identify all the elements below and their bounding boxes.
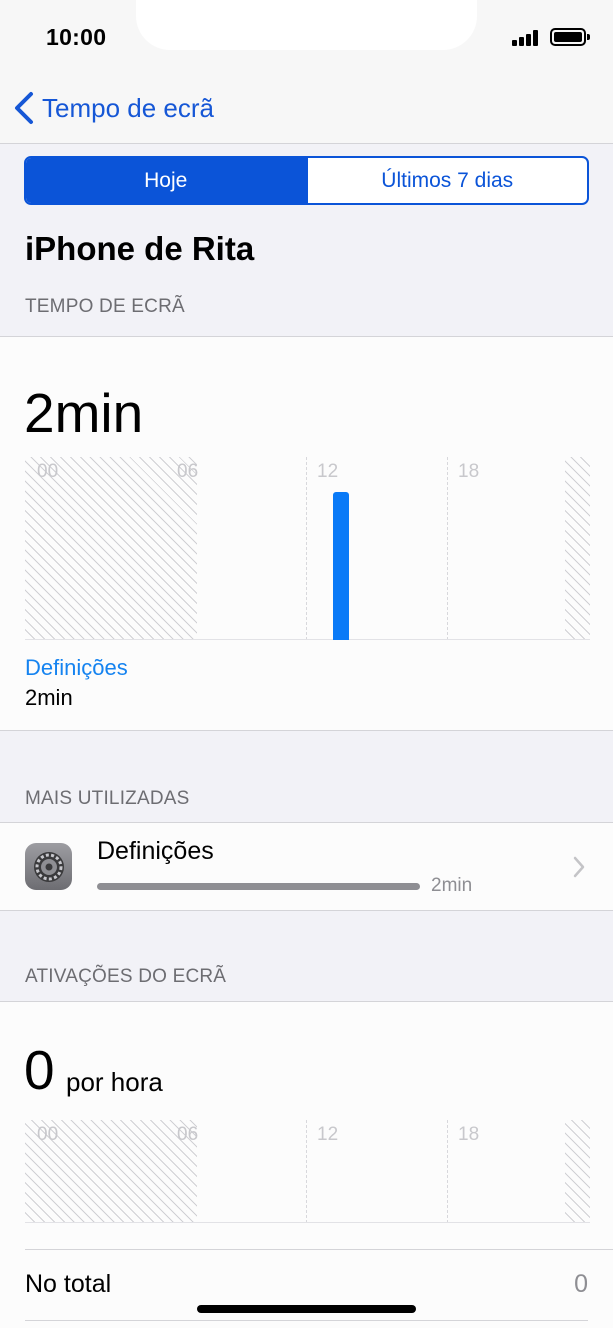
segment-last-7-days[interactable]: Últimos 7 dias <box>305 158 588 203</box>
battery-icon <box>550 28 590 46</box>
home-indicator[interactable] <box>197 1305 416 1313</box>
chart-baseline <box>25 1222 590 1223</box>
device-title: iPhone de Rita <box>25 230 255 267</box>
chart-gridline <box>447 457 448 640</box>
chart-tick-label: 06 <box>177 461 199 482</box>
chevron-right-icon <box>573 856 585 878</box>
chart-tick-label: 06 <box>177 1124 199 1145</box>
chart-tick-label: 00 <box>37 461 59 482</box>
screen-time-card[interactable]: 2min 00 06 12 18 Definições 2min <box>0 336 613 731</box>
chart-hatch-now <box>565 457 590 640</box>
chart-gridline <box>306 457 307 640</box>
settings-gear-icon <box>25 843 72 890</box>
period-segmented-control: Hoje Últimos 7 dias <box>24 156 589 205</box>
pickups-header: ATIVAÇÕES DO ECRÃ <box>25 966 227 987</box>
screen-time-chart: 00 06 12 18 <box>25 457 590 640</box>
chart-tick-label: 18 <box>458 1124 480 1145</box>
app-name: Definições <box>97 837 214 865</box>
pickups-total-label: No total <box>25 1270 112 1298</box>
chart-tick-label: 00 <box>37 1124 59 1145</box>
status-time: 10:00 <box>46 24 107 50</box>
pickups-card[interactable]: 0 por hora 00 06 12 18 No total 0 <box>0 1001 613 1328</box>
usage-bar <box>97 883 420 890</box>
chevron-left-icon <box>15 92 33 124</box>
most-used-row[interactable]: Definições 2min <box>0 822 613 911</box>
pickups-value: 0 <box>24 1039 55 1101</box>
chart-bar <box>333 492 349 640</box>
divider <box>25 1320 588 1321</box>
chart-tick-label: 18 <box>458 461 480 482</box>
usage-time: 2min <box>431 875 473 896</box>
chart-legend-value: 2min <box>25 685 73 710</box>
divider <box>25 1249 613 1250</box>
back-button[interactable]: Tempo de ecrã <box>12 90 214 126</box>
status-bar: 10:00 <box>0 0 613 72</box>
chart-tick-label: 12 <box>317 461 339 482</box>
chart-hatch-night <box>25 457 197 640</box>
pickups-total-value: 0 <box>574 1270 588 1298</box>
screen-time-total: 2min <box>24 382 144 444</box>
chart-gridline <box>306 1120 307 1223</box>
screen-time-header: TEMPO DE ECRÃ <box>25 296 185 317</box>
notch <box>136 0 477 50</box>
chart-gridline <box>447 1120 448 1223</box>
pickups-unit: por hora <box>66 1067 163 1097</box>
segment-today[interactable]: Hoje <box>26 158 306 203</box>
signal-icon <box>512 30 540 46</box>
pickups-chart: 00 06 12 18 <box>25 1120 590 1223</box>
most-used-header: MAIS UTILIZADAS <box>25 788 190 809</box>
chart-legend-app: Definições <box>25 655 128 680</box>
chart-baseline <box>25 639 590 640</box>
navigation-bar: Tempo de ecrã <box>0 72 613 144</box>
back-label: Tempo de ecrã <box>42 92 214 123</box>
chart-hatch-now <box>565 1120 590 1223</box>
chart-tick-label: 12 <box>317 1124 339 1145</box>
